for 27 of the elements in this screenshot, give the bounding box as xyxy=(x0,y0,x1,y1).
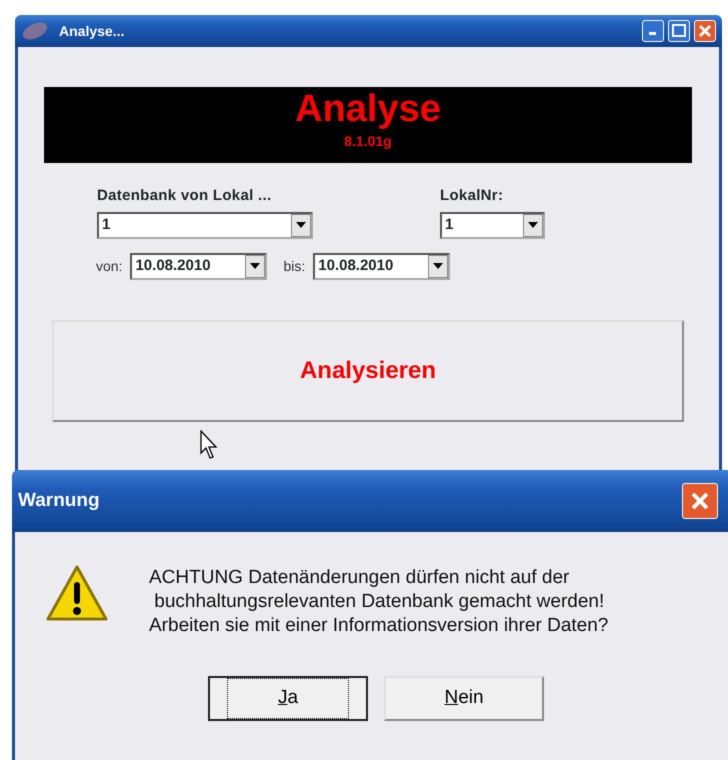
close-icon xyxy=(690,491,710,511)
mouse-pointer-icon xyxy=(200,430,218,460)
caret-icon xyxy=(250,263,260,269)
minimize-button[interactable] xyxy=(642,20,664,42)
caret-icon xyxy=(528,222,538,228)
dropdown[interactable]: 1 xyxy=(97,212,313,238)
close-button[interactable] xyxy=(694,20,716,42)
dialog-title: Warnung xyxy=(18,488,100,513)
date-dropdown[interactable]: 10.08.2010 xyxy=(130,252,268,280)
field-label: Datenbank von Lokal ... xyxy=(97,186,272,206)
dropdown[interactable]: 1 xyxy=(440,212,545,238)
close-icon xyxy=(698,24,712,38)
caret-icon xyxy=(296,222,306,228)
caret-icon xyxy=(433,263,444,269)
date-dropdown[interactable]: 10.08.2010 xyxy=(313,252,450,280)
close-button[interactable] xyxy=(682,483,718,519)
maximize-button[interactable] xyxy=(668,20,690,42)
warning-message: ACHTUNG Datenänderungen dürfen nicht auf der buchhaltungsrelevanten Datenbank gemacht werden! Arbeiten sie mit einer Informationsversion ihrer Daten? xyxy=(149,566,608,638)
maximize-icon xyxy=(672,24,686,38)
window-title: Analyse... xyxy=(59,22,124,41)
banner-title: Analyse xyxy=(295,87,441,131)
dialog-button[interactable]: Nein xyxy=(384,676,544,721)
date-label: von: xyxy=(96,256,122,276)
date-label: bis: xyxy=(283,256,306,276)
field-label: LokalNr: xyxy=(440,186,504,206)
version-label: 8.1.01g xyxy=(344,132,392,151)
dialog-button[interactable]: Ja xyxy=(208,676,368,721)
